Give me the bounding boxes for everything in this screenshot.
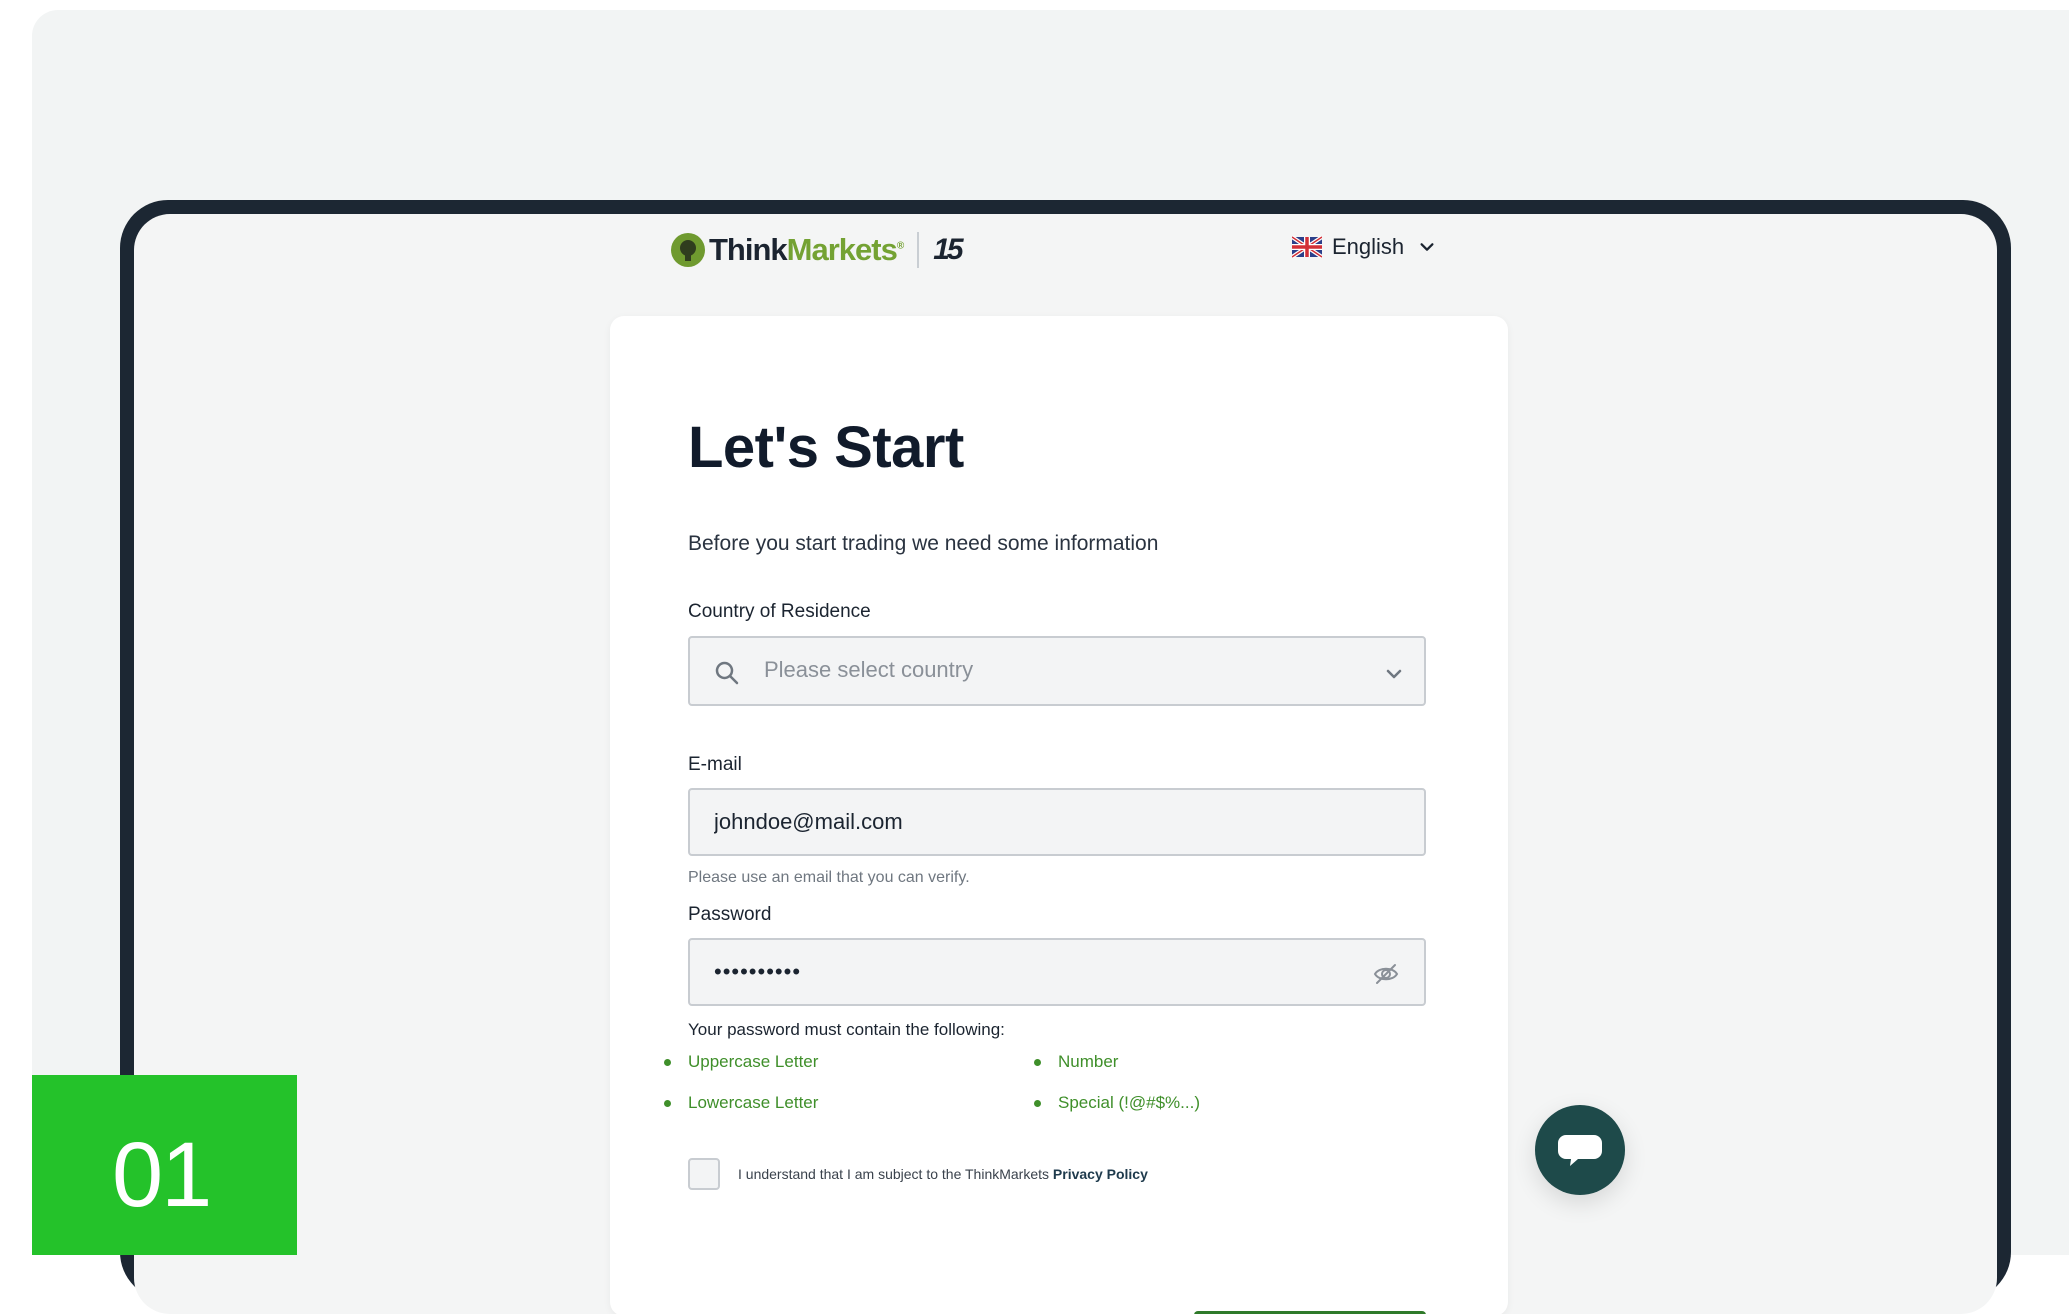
logo-think: Think <box>709 232 788 267</box>
lightbulb-logo-icon <box>671 233 705 267</box>
eye-off-icon[interactable] <box>1372 960 1400 988</box>
requirement-special: Special (!@#$%...) <box>1034 1093 1200 1112</box>
country-search-input[interactable] <box>762 656 1366 684</box>
password-field[interactable] <box>688 938 1426 1006</box>
anniversary-badge: 15 <box>933 233 963 266</box>
chevron-down-icon[interactable] <box>1384 664 1404 684</box>
privacy-policy-link[interactable]: Privacy Policy <box>1053 1166 1148 1182</box>
step-badge: 01 <box>32 1075 297 1255</box>
requirement-number: Number <box>1033 1052 1119 1071</box>
page-title: Let's Start <box>688 415 964 480</box>
country-label: Country of Residence <box>688 601 871 622</box>
signup-card: Let's Start Before you start trading we … <box>610 316 1508 1314</box>
privacy-consent-checkbox[interactable] <box>688 1158 720 1190</box>
logo-registered: ® <box>896 240 904 252</box>
search-icon <box>715 661 739 685</box>
email-label: E-mail <box>688 754 742 775</box>
uk-flag-icon <box>1292 236 1322 258</box>
language-label: English <box>1332 234 1405 259</box>
country-select[interactable] <box>688 636 1426 706</box>
app-screen: ThinkMarkets® 15 English Let's Start Bef… <box>134 214 1997 1314</box>
step-number: 01 <box>112 1124 212 1226</box>
privacy-consent-text: I understand that I am subject to the Th… <box>738 1166 1148 1182</box>
password-requirements-title: Your password must contain the following… <box>688 1020 1005 1039</box>
thinkmarkets-logo[interactable]: ThinkMarkets® 15 <box>671 228 964 272</box>
consent-label: I understand that I am subject to the Th… <box>738 1166 1053 1182</box>
email-hint: Please use an email that you can verify. <box>688 869 970 886</box>
password-input[interactable] <box>712 958 1316 986</box>
page-subtitle: Before you start trading we need some in… <box>688 532 1159 555</box>
chat-button[interactable] <box>1535 1105 1625 1195</box>
requirement-uppercase: Uppercase Letter <box>663 1052 819 1071</box>
password-label: Password <box>688 904 772 925</box>
logo-wordmark: ThinkMarkets® <box>709 232 904 268</box>
logo-markets: Markets <box>786 232 898 267</box>
email-input[interactable] <box>712 808 1316 836</box>
logo-divider <box>917 232 920 268</box>
email-field[interactable] <box>688 788 1426 856</box>
chevron-down-icon <box>1420 243 1434 251</box>
chat-icon <box>1558 1135 1602 1166</box>
language-selector[interactable]: English <box>1292 234 1436 260</box>
requirement-lowercase: Lowercase Letter <box>663 1093 819 1112</box>
